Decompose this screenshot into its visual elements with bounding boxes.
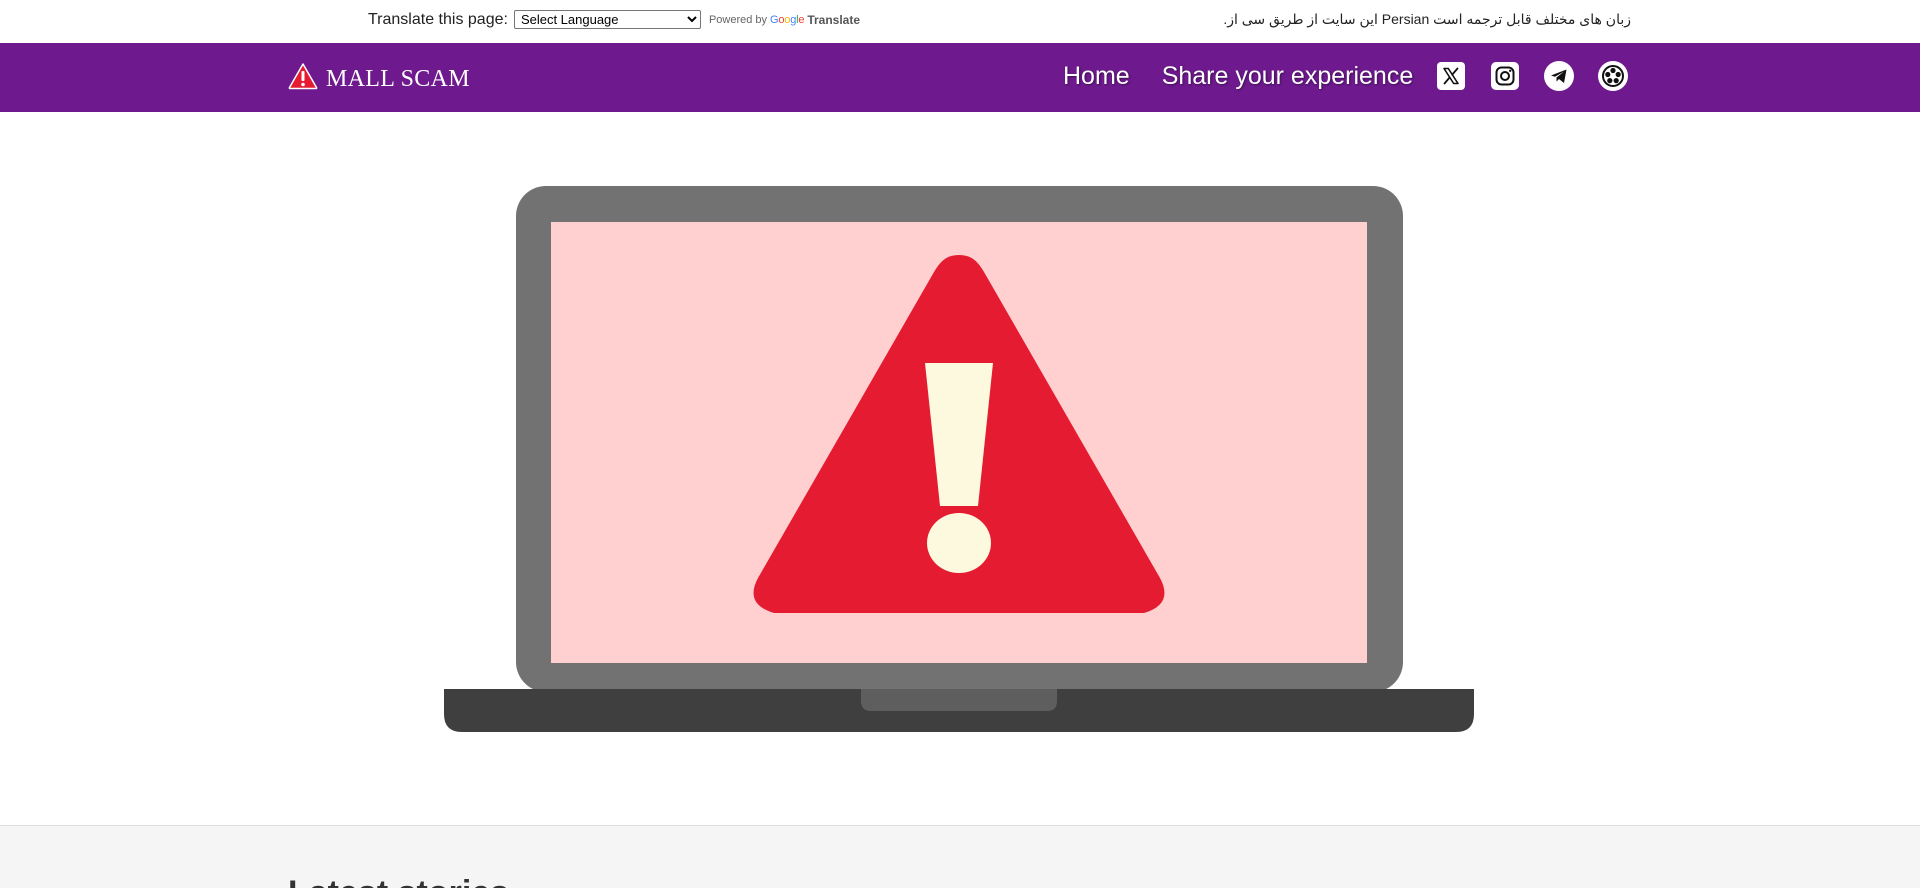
reels-icon[interactable] [1597, 60, 1629, 92]
nav-share-experience-link[interactable]: Share your experience [1162, 62, 1414, 91]
translate-link[interactable]: Translate [807, 13, 860, 27]
x-icon[interactable] [1435, 60, 1467, 92]
powered-by-google: Powered by Google Translate [709, 13, 860, 27]
translate-bar: Translate this page: Select Language Pow… [0, 0, 1920, 43]
language-select[interactable]: Select Language [513, 10, 701, 29]
powered-by-label: Powered by [708, 13, 768, 26]
latest-stories-section: Latest stories [0, 826, 1920, 888]
google-logo[interactable]: Google [770, 14, 804, 26]
latest-stories-heading: Latest stories [288, 874, 509, 888]
telegram-icon[interactable] [1543, 60, 1575, 92]
laptop-notch [861, 689, 1057, 711]
translate-label: Translate this page: [368, 10, 508, 28]
persian-note: .ﺍﻳﻦ ﺳﺎﻳﺖ ﺍﺯ ﻃﺮﯾﻖ ﺳﯽ ﺍﺯ Persian ﺯﺑﺎﻥ ﻫﺎﯼ… [1223, 11, 1631, 27]
social-links [1435, 60, 1629, 92]
brand-link[interactable]: MALL SCAM [288, 58, 470, 93]
translate-widget: Translate this page: Select Language Pow… [368, 10, 860, 29]
hero-laptop-warning-image [444, 186, 1474, 734]
nav-home-link[interactable]: Home [1063, 62, 1130, 91]
warning-triangle-icon [288, 62, 318, 90]
instagram-icon[interactable] [1489, 60, 1521, 92]
brand-name: MALL SCAM [326, 66, 470, 92]
nav-links: Home Share your experience [1063, 62, 1445, 91]
navbar: MALL SCAM Home Share your experience [0, 43, 1920, 112]
